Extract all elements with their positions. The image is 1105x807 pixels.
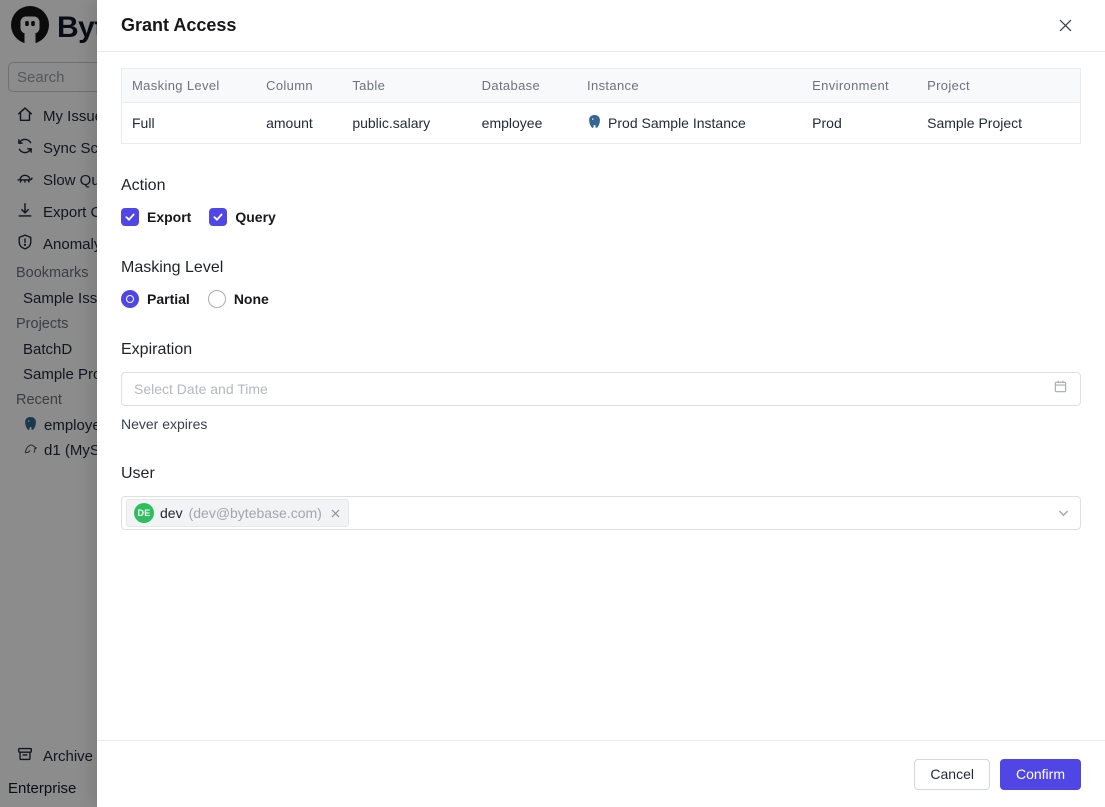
expiration-date-input[interactable]: Select Date and Time bbox=[121, 372, 1081, 406]
avatar: DE bbox=[134, 503, 154, 523]
action-label: Action bbox=[121, 177, 166, 194]
partial-radio[interactable]: Partial bbox=[121, 290, 190, 308]
user-select[interactable]: DE dev (dev@bytebase.com) bbox=[121, 496, 1081, 530]
cell-column: amount bbox=[266, 115, 313, 131]
col-header-masking-level: Masking Level bbox=[122, 69, 257, 103]
cell-project: Sample Project bbox=[927, 115, 1023, 131]
checkbox-checked-icon bbox=[121, 208, 139, 226]
masking-level-label: Masking Level bbox=[121, 259, 224, 276]
date-placeholder: Select Date and Time bbox=[134, 381, 268, 397]
grant-access-modal: Grant Access Masking Level Column Table … bbox=[97, 0, 1105, 807]
user-section: User DE dev (dev@bytebase.com) bbox=[121, 465, 1081, 530]
cell-masking-level: Full bbox=[132, 115, 155, 131]
col-header-project: Project bbox=[917, 69, 1080, 103]
chevron-down-icon bbox=[1057, 507, 1070, 520]
export-checkbox[interactable]: Export bbox=[121, 208, 191, 226]
remove-user-icon[interactable] bbox=[330, 508, 341, 519]
cell-database: employee bbox=[481, 115, 543, 131]
selected-user-tag: DE dev (dev@bytebase.com) bbox=[126, 499, 349, 527]
close-icon[interactable] bbox=[1053, 14, 1077, 38]
modal-backdrop[interactable] bbox=[0, 0, 97, 807]
col-header-database: Database bbox=[471, 69, 578, 103]
modal-footer: Cancel Confirm bbox=[97, 740, 1105, 807]
col-header-instance: Instance bbox=[577, 69, 803, 103]
col-header-environment: Environment bbox=[802, 69, 918, 103]
confirm-button[interactable]: Confirm bbox=[999, 758, 1081, 790]
action-section: Action Export Query bbox=[121, 177, 1081, 226]
expiration-label: Expiration bbox=[121, 341, 193, 358]
modal-body: Masking Level Column Table Database Inst… bbox=[97, 52, 1105, 740]
expiration-hint: Never expires bbox=[121, 416, 208, 432]
radio-selected-icon bbox=[121, 290, 139, 308]
postgres-icon bbox=[587, 114, 602, 132]
user-label: User bbox=[121, 465, 155, 482]
masking-level-section: Masking Level Partial None bbox=[121, 259, 1081, 308]
modal-title: Grant Access bbox=[121, 15, 237, 35]
grant-access-table: Masking Level Column Table Database Inst… bbox=[121, 68, 1081, 144]
user-email: (dev@bytebase.com) bbox=[188, 505, 322, 521]
table-row: Full amount public.salary employee Prod … bbox=[122, 103, 1080, 143]
none-radio[interactable]: None bbox=[207, 290, 269, 308]
col-header-column: Column bbox=[256, 69, 343, 103]
col-header-table: Table bbox=[342, 69, 472, 103]
modal-header: Grant Access bbox=[97, 0, 1105, 52]
calendar-icon bbox=[1053, 379, 1068, 399]
cell-table: public.salary bbox=[352, 115, 431, 131]
cancel-button[interactable]: Cancel bbox=[914, 758, 990, 790]
radio-unselected-icon bbox=[207, 290, 226, 308]
expiration-section: Expiration Select Date and Time Never ex… bbox=[121, 341, 1081, 432]
user-name: dev bbox=[160, 505, 183, 521]
table-header-row: Masking Level Column Table Database Inst… bbox=[122, 69, 1080, 103]
cell-instance: Prod Sample Instance bbox=[577, 103, 802, 143]
cell-environment: Prod bbox=[812, 115, 842, 131]
query-checkbox[interactable]: Query bbox=[209, 208, 276, 226]
checkbox-checked-icon bbox=[209, 208, 228, 226]
